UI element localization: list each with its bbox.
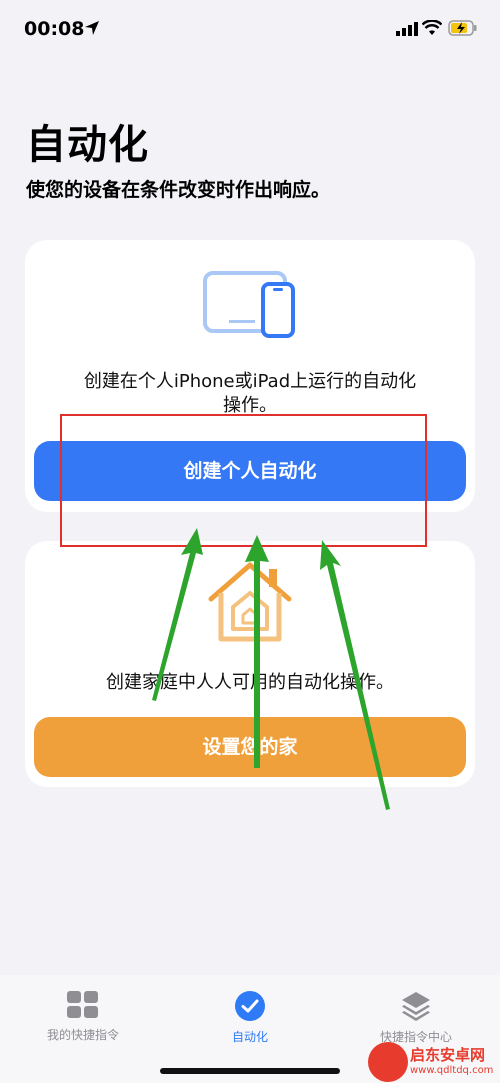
- tab-automation[interactable]: 自动化: [190, 990, 310, 1045]
- watermark-logo-icon: [368, 1042, 408, 1082]
- automation-check-icon: [235, 991, 265, 1021]
- watermark-name: 启东安卓网: [410, 1046, 486, 1064]
- grid-icon: [67, 991, 98, 1018]
- tab-label: 自动化: [231, 1030, 268, 1044]
- home-indicator[interactable]: [160, 1068, 340, 1074]
- tab-label: 我的快捷指令: [46, 1028, 119, 1042]
- annotation-arrows: [152, 528, 390, 810]
- tab-gallery[interactable]: 快捷指令中心: [356, 990, 476, 1045]
- tab-my-shortcuts[interactable]: 我的快捷指令: [23, 990, 143, 1043]
- layers-icon: [402, 992, 430, 1021]
- annotation-arrow-right: [320, 540, 390, 810]
- watermark-url: www.qdltdq.com: [410, 1065, 494, 1076]
- annotation-arrow-middle: [245, 535, 269, 768]
- annotation-arrow-left: [152, 528, 203, 701]
- watermark: 启东安卓网 www.qdltdq.com: [368, 1042, 500, 1083]
